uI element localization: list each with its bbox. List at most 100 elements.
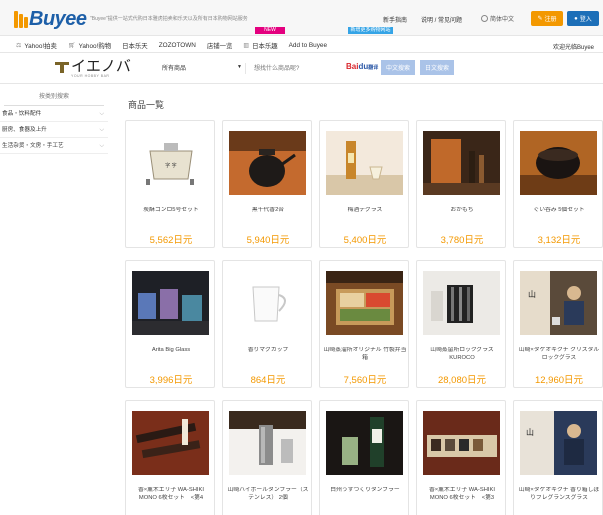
- product-image: [520, 131, 597, 195]
- register-button[interactable]: ✎ 注册: [531, 11, 563, 26]
- product-card[interactable]: 字 字 炭酥コンロ5号セット 5,562日元: [125, 120, 215, 248]
- top-links: 新手指南 说明 / 常见问题: [383, 15, 462, 24]
- nav-label: 店铺一览: [206, 43, 233, 50]
- nav-item-rakuten[interactable]: 日本乐天: [122, 41, 148, 50]
- product-image: [229, 411, 306, 475]
- product-image: [326, 271, 403, 335]
- category-select[interactable]: 所有商品 ▼: [162, 63, 246, 74]
- top-header: Buyee "Buyee"提供一站式代购日本雅虎拍卖和乐天以及所有日本购物网站服…: [0, 0, 603, 36]
- new-badge: NEW: [255, 27, 285, 34]
- nav-item-add-to-buyee[interactable]: Add to Buyee: [289, 42, 327, 49]
- product-name: Arita Big Glass: [151, 347, 191, 353]
- product-card[interactable]: 山崎ハイボールタンブラー（ステンレス） 2個: [222, 400, 312, 515]
- torii-icon: [55, 59, 69, 73]
- product-price: 3,780日元: [440, 235, 484, 246]
- edit-icon: ✎: [537, 16, 543, 22]
- nav-label: Yahoo!拍卖: [24, 43, 57, 50]
- new-sites-badge: 新增更多购物网站: [348, 27, 393, 34]
- shop-subtitle: YOUR HOBBY BAR: [71, 74, 110, 78]
- chevron-down-icon: ⌵: [99, 111, 104, 117]
- nav-label: Yahoo!购物: [78, 43, 112, 50]
- product-image: [132, 411, 209, 475]
- sidebar-item-kitchen[interactable]: 厨房、食器及上升 ⌵: [0, 122, 108, 138]
- sidebar-item-lifestyle[interactable]: 生活杂货・文房・手工艺 ⌵: [0, 138, 108, 154]
- product-price: 5,562日元: [149, 235, 193, 246]
- register-label: 注册: [544, 17, 557, 23]
- product-card[interactable]: 山崎蒸留所ロックグラス KUROCO 28,080日元: [416, 260, 506, 388]
- page-title: 商品一覧: [128, 100, 165, 110]
- shop-logo[interactable]: イエノバ YOUR HOBBY BAR: [55, 57, 131, 78]
- product-name: 香×薫木エリ子 WA-SHIKI MONO 6枚セット <第4: [138, 487, 204, 501]
- product-price: 28,080日元: [437, 375, 487, 386]
- user-icon: ●: [574, 15, 578, 22]
- faq-link[interactable]: 说明 / 常见问题: [421, 15, 462, 24]
- product-image: [229, 131, 306, 195]
- tagline: "Buyee"提供一站式代购日本雅虎拍卖和乐天以及所有日本购物网站服务: [90, 16, 248, 22]
- product-card[interactable]: ぐい呑み 5個セット 3,132日元: [513, 120, 603, 248]
- svg-text:字 字: 字 字: [165, 162, 176, 169]
- product-card[interactable]: 香×薫木エリ子 WA-SHIKI MONO 6枚セット <第3: [416, 400, 506, 515]
- product-image: 山: [520, 271, 597, 335]
- language-select[interactable]: 简体中文: [481, 14, 514, 23]
- category-value: 所有商品: [162, 66, 187, 72]
- sidebar-title: 按类别搜索: [4, 90, 104, 106]
- nav-item-japan-fun[interactable]: ▥ 日本乐趣: [243, 41, 277, 50]
- product-card[interactable]: 山 山崎×タケオキクチ クリスタルロックグラス 12,960日元: [513, 260, 603, 388]
- login-label: 登入: [579, 17, 592, 23]
- product-name: 香×薫木エリ子 WA-SHIKI MONO 6枚セット <第3: [429, 487, 495, 501]
- login-button[interactable]: ● 登入: [567, 11, 599, 26]
- buyee-logo-icon: [14, 11, 28, 28]
- search-bar: イエノバ YOUR HOBBY BAR 所有商品 ▼ Baidu翻译 中文搜索 …: [0, 54, 603, 84]
- product-card[interactable]: おかもち 3,780日元: [416, 120, 506, 248]
- japanese-search-button[interactable]: 日文搜索: [420, 60, 454, 75]
- product-card[interactable]: 梅酒デグラス 5,400日元: [319, 120, 409, 248]
- chinese-search-button[interactable]: 中文搜索: [381, 60, 415, 75]
- product-card[interactable]: 白州うすづくりタンブラー: [319, 400, 409, 515]
- nav-label: ZOZOTOWN: [158, 42, 196, 49]
- nav-item-shop-list[interactable]: 店铺一览: [207, 41, 233, 50]
- auction-icon: ⚖: [16, 43, 22, 49]
- sidebar-item-food[interactable]: 食品・饮料配件 ⌵: [0, 106, 108, 122]
- main-nav: ⚖ Yahoo!拍卖 🛒︎ Yahoo!购物 日本乐天 ZOZOTOWN 店铺一览 …: [0, 27, 603, 53]
- product-card[interactable]: 香りマグカップ 864日元: [222, 260, 312, 388]
- sidebar-item-label: 食品・饮料配件: [2, 111, 42, 117]
- product-image: 字 字: [132, 131, 209, 195]
- product-card[interactable]: 山崎蒸溜所オリジナル 竹製弁当箱 7,560日元: [319, 260, 409, 388]
- language-label: 简体中文: [490, 17, 515, 23]
- store-icon: ▥: [243, 43, 250, 49]
- beginner-guide-link[interactable]: 新手指南: [383, 15, 407, 24]
- chevron-down-icon: ⌵: [99, 143, 104, 149]
- product-card[interactable]: 山 山崎×タケオキクチ 香り箱しぼりフレグランスグラス: [513, 400, 603, 515]
- shop-name: イエノバ: [71, 57, 131, 75]
- globe-icon: [481, 15, 488, 22]
- product-name: 炭酥コンロ5号セット: [143, 207, 199, 213]
- sidebar-item-label: 厨房、食器及上升: [2, 127, 47, 133]
- nav-item-yahoo-auction[interactable]: ⚖ Yahoo!拍卖: [16, 41, 57, 50]
- nav-item-yahoo-shopping[interactable]: 🛒︎ Yahoo!购物: [68, 41, 111, 50]
- product-image: [132, 271, 209, 335]
- product-name: 山崎×タケオキクチ クリスタルロックグラス: [518, 347, 600, 361]
- product-name: 山崎×タケオキクチ 香り箱しぼりフレグランスグラス: [518, 487, 600, 501]
- product-card[interactable]: 黒千代香2合 5,940日元: [222, 120, 312, 248]
- product-name: 山崎蒸留所ロックグラス KUROCO: [430, 347, 494, 361]
- product-image: [326, 131, 403, 195]
- product-name: 黒千代香2合: [251, 207, 285, 213]
- product-image: [326, 411, 403, 475]
- baidu-text: Bai: [346, 62, 359, 71]
- buyee-logo[interactable]: Buyee: [14, 8, 87, 31]
- product-price: 5,940日元: [246, 235, 290, 246]
- search-input[interactable]: [254, 63, 340, 74]
- product-card[interactable]: 香×薫木エリ子 WA-SHIKI MONO 6枚セット <第4: [125, 400, 215, 515]
- svg-text:山: 山: [526, 427, 534, 437]
- baidu-translate-logo[interactable]: Baidu翻译: [346, 62, 378, 71]
- product-name: おかもち: [450, 207, 474, 213]
- nav-items: ⚖ Yahoo!拍卖 🛒︎ Yahoo!购物 日本乐天 ZOZOTOWN 店铺一览 …: [16, 41, 338, 50]
- product-name: 山崎ハイボールタンブラー（ステンレス） 2個: [227, 487, 309, 501]
- nav-label: 日本乐趣: [252, 43, 278, 50]
- product-name: 白州うすづくりタンブラー: [330, 487, 400, 493]
- nav-item-zozotown[interactable]: ZOZOTOWN: [159, 42, 196, 49]
- product-price: 7,560日元: [343, 375, 387, 386]
- baidu-small: 翻译: [368, 65, 379, 71]
- sidebar-item-label: 生活杂货・文房・手工艺: [2, 143, 64, 149]
- product-card[interactable]: Arita Big Glass 3,996日元: [125, 260, 215, 388]
